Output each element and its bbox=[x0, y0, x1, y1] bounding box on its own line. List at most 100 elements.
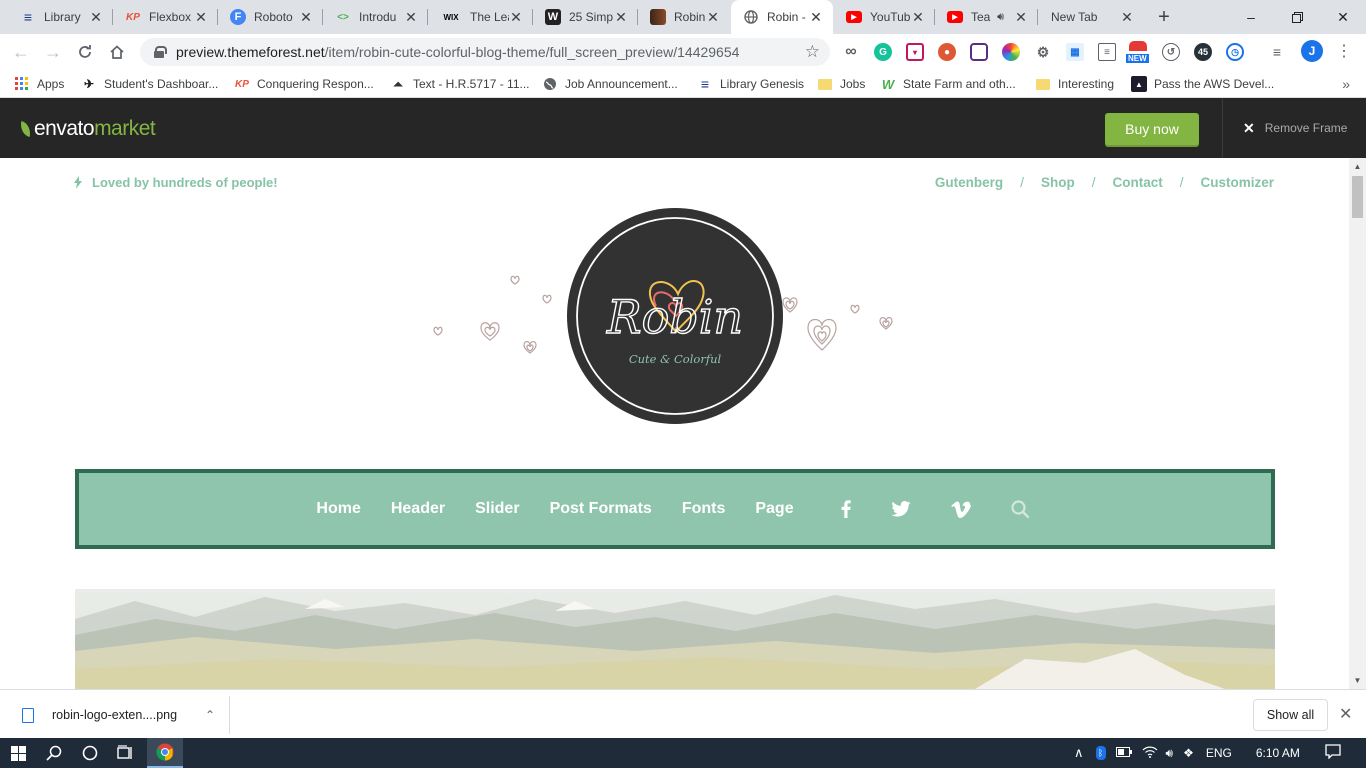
show-all-button[interactable]: Show all bbox=[1253, 699, 1328, 731]
shield-extension-icon[interactable]: ⚙ bbox=[1034, 43, 1052, 61]
tab-youtube[interactable]: ▶ YouTub ✕ bbox=[834, 0, 935, 34]
close-tab-icon[interactable]: ✕ bbox=[809, 9, 823, 26]
bookmark-aws[interactable]: ▲ Pass the AWS Devel... bbox=[1131, 75, 1274, 93]
bookmark-student-dashboard[interactable]: ✈ Student's Dashboar... bbox=[81, 75, 218, 93]
wifi-icon[interactable] bbox=[1142, 746, 1158, 761]
profile-avatar[interactable]: J bbox=[1301, 40, 1323, 62]
restore-button[interactable] bbox=[1274, 0, 1320, 34]
bookmark-job-announcement[interactable]: Job Announcement... bbox=[542, 75, 678, 93]
notes-extension-icon[interactable]: ≡ bbox=[1098, 43, 1116, 61]
hexagon-extension-icon[interactable] bbox=[970, 43, 988, 61]
tab-robin-active[interactable]: Robin - ✕ bbox=[731, 0, 833, 34]
speaker-icon[interactable]: 🔊︎ bbox=[997, 11, 1004, 24]
bookmark-star-icon[interactable]: ☆ bbox=[805, 42, 820, 62]
back-button[interactable]: ← bbox=[8, 39, 34, 65]
nav-slider[interactable]: Slider bbox=[475, 500, 519, 518]
close-tab-icon[interactable]: ✕ bbox=[194, 9, 208, 26]
screenshot-extension-icon[interactable]: ▦ bbox=[1066, 43, 1084, 61]
twitter-icon[interactable] bbox=[891, 501, 911, 517]
close-tab-icon[interactable]: ✕ bbox=[1120, 9, 1134, 26]
media-queue-icon[interactable]: ≡ bbox=[1268, 43, 1286, 61]
language-indicator[interactable]: ENG bbox=[1206, 746, 1232, 760]
tab-wix[interactable]: WIX The Lea ✕ bbox=[428, 0, 533, 34]
badge-45-extension-icon[interactable]: 45 bbox=[1194, 43, 1212, 61]
pocket-icon[interactable]: ▾ bbox=[906, 43, 924, 61]
task-view-icon[interactable] bbox=[108, 738, 144, 768]
tab-new-tab[interactable]: New Tab ✕ bbox=[1039, 0, 1144, 34]
close-tab-icon[interactable]: ✕ bbox=[614, 9, 628, 26]
reload-button[interactable] bbox=[72, 39, 98, 65]
top-link-shop[interactable]: Shop bbox=[1041, 175, 1075, 190]
new-tab-button[interactable]: + bbox=[1152, 5, 1176, 29]
close-tab-icon[interactable]: ✕ bbox=[911, 9, 925, 26]
clock[interactable]: 6:10 AM bbox=[1256, 746, 1300, 760]
search-icon[interactable] bbox=[1011, 500, 1029, 518]
bluetooth-icon[interactable]: ᛒ bbox=[1095, 746, 1106, 760]
bookmark-jobs[interactable]: Jobs bbox=[817, 75, 865, 93]
page-scrollbar[interactable]: ▲ ▼ bbox=[1349, 158, 1366, 689]
facebook-icon[interactable] bbox=[841, 500, 851, 518]
chrome-taskbar-icon[interactable] bbox=[147, 738, 183, 768]
envato-market-logo[interactable]: envato market bbox=[18, 117, 156, 141]
tab-tea[interactable]: ▶ Tea 🔊︎ ✕ bbox=[935, 0, 1038, 34]
chevron-up-icon[interactable]: ⌃ bbox=[205, 708, 215, 722]
forward-button[interactable]: → bbox=[40, 39, 66, 65]
nav-fonts[interactable]: Fonts bbox=[682, 500, 726, 518]
top-link-customizer[interactable]: Customizer bbox=[1200, 175, 1274, 190]
scroll-down-arrow-icon[interactable]: ▼ bbox=[1349, 672, 1366, 689]
clock-extension-icon[interactable]: ◷ bbox=[1226, 43, 1244, 61]
bookmark-interesting[interactable]: Interesting bbox=[1035, 75, 1114, 93]
close-tab-icon[interactable]: ✕ bbox=[706, 9, 720, 26]
search-icon[interactable] bbox=[36, 738, 72, 768]
infinity-extension-icon[interactable]: ∞ bbox=[842, 43, 860, 61]
bookmark-hr5717[interactable]: ⏶ Text - H.R.5717 - 11... bbox=[390, 75, 529, 93]
more-bookmarks-icon[interactable]: » bbox=[1342, 76, 1350, 92]
tab-introduction[interactable]: <> Introdu ✕ bbox=[323, 0, 428, 34]
site-logo[interactable]: Robin Cute & Colorful bbox=[430, 206, 910, 426]
browser-menu-icon[interactable]: ⋮ bbox=[1334, 42, 1354, 62]
close-tab-icon[interactable]: ✕ bbox=[89, 9, 103, 26]
top-link-contact[interactable]: Contact bbox=[1112, 175, 1162, 190]
new-badge-extension-icon[interactable]: NEW bbox=[1126, 41, 1152, 63]
remove-frame-button[interactable]: ✕ Remove Frame bbox=[1222, 98, 1366, 158]
bookmark-state-farm[interactable]: W State Farm and oth... bbox=[880, 75, 1016, 93]
close-tab-icon[interactable]: ✕ bbox=[404, 9, 418, 26]
duckduckgo-icon[interactable]: ● bbox=[938, 43, 956, 61]
bookmark-library-genesis[interactable]: ≡ Library Genesis bbox=[697, 75, 804, 93]
bookmark-apps[interactable]: Apps bbox=[14, 75, 64, 93]
minimize-button[interactable]: – bbox=[1228, 0, 1274, 34]
grammarly-icon[interactable]: G bbox=[874, 43, 892, 61]
tab-25-simple[interactable]: W 25 Simp ✕ bbox=[533, 0, 638, 34]
home-button[interactable] bbox=[104, 39, 130, 65]
windows-start-icon[interactable] bbox=[0, 738, 36, 768]
close-tab-icon[interactable]: ✕ bbox=[299, 9, 313, 26]
tab-roboto[interactable]: F Roboto ✕ bbox=[218, 0, 323, 34]
tab-flexbox[interactable]: KP Flexbox ✕ bbox=[113, 0, 218, 34]
address-bar[interactable]: preview.themeforest.net/item/robin-cute-… bbox=[140, 38, 830, 66]
cortana-icon[interactable] bbox=[72, 738, 108, 768]
nav-header[interactable]: Header bbox=[391, 500, 445, 518]
bookmark-conquering[interactable]: KP Conquering Respon... bbox=[234, 75, 374, 93]
vimeo-icon[interactable] bbox=[950, 500, 971, 518]
notifications-icon[interactable] bbox=[1325, 744, 1341, 762]
close-tab-icon[interactable]: ✕ bbox=[1014, 9, 1028, 26]
download-item[interactable]: robin-logo-exten....png ⌃ bbox=[10, 696, 230, 734]
close-tab-icon[interactable]: ✕ bbox=[509, 9, 523, 26]
top-link-gutenberg[interactable]: Gutenberg bbox=[935, 175, 1003, 190]
chevron-up-icon[interactable]: ∧ bbox=[1074, 745, 1084, 761]
scroll-up-arrow-icon[interactable]: ▲ bbox=[1349, 158, 1366, 175]
tab-library[interactable]: ≡ Library ✕ bbox=[8, 0, 113, 34]
dropbox-icon[interactable]: ❖ bbox=[1183, 746, 1194, 760]
buy-now-button[interactable]: Buy now bbox=[1105, 113, 1199, 145]
close-window-button[interactable]: ✕ bbox=[1320, 0, 1366, 34]
scrollbar-thumb[interactable] bbox=[1352, 176, 1363, 218]
close-download-bar-icon[interactable]: ✕ bbox=[1339, 704, 1352, 724]
nav-post-formats[interactable]: Post Formats bbox=[550, 500, 652, 518]
hero-slider-image[interactable] bbox=[75, 589, 1275, 689]
nav-home[interactable]: Home bbox=[316, 500, 360, 518]
tab-robin-1[interactable]: Robin - ✕ bbox=[638, 0, 730, 34]
lock-icon[interactable] bbox=[154, 46, 167, 58]
nav-page[interactable]: Page bbox=[755, 500, 793, 518]
volume-icon[interactable]: 🔊︎ bbox=[1166, 746, 1174, 761]
color-picker-icon[interactable] bbox=[1002, 43, 1020, 61]
